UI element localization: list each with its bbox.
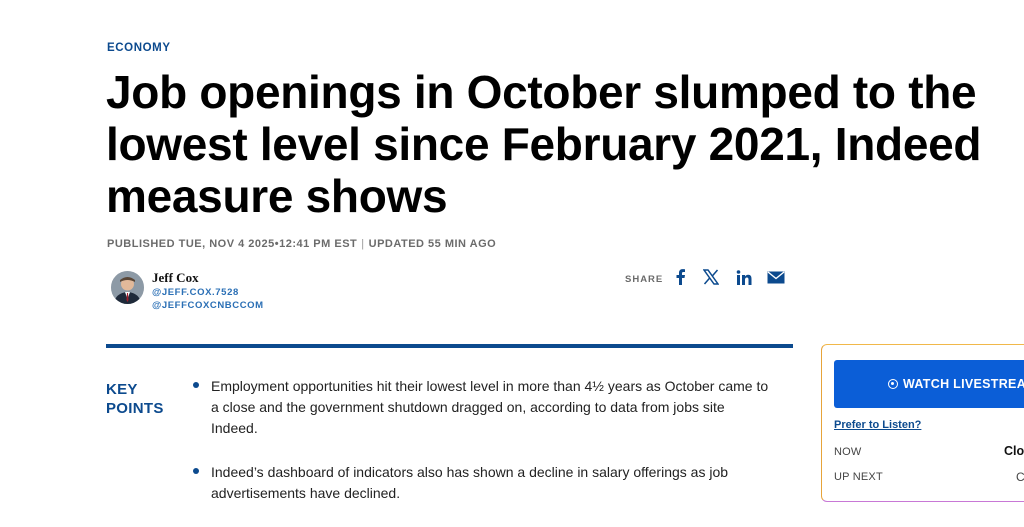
share-label: SHARE xyxy=(625,274,664,285)
key-point-item: Employment opportunities hit their lowes… xyxy=(190,376,770,439)
author-name[interactable]: Jeff Cox xyxy=(152,270,199,286)
meta-separator: | xyxy=(361,238,365,250)
article-headline: Job openings in October slumped to the l… xyxy=(106,66,982,222)
author-twitter-handle[interactable]: @JEFFCOXCNBCCOM xyxy=(152,300,264,311)
key-point-text: Indeed’s dashboard of indicators also ha… xyxy=(211,464,729,501)
watch-livestream-button[interactable]: WATCH LIVESTREAM xyxy=(834,360,1024,408)
live-radio-icon xyxy=(888,379,898,389)
watch-livestream-label: WATCH LIVESTREAM xyxy=(903,377,1024,391)
facebook-icon[interactable] xyxy=(670,268,690,286)
prefer-to-listen-link[interactable]: Prefer to Listen? xyxy=(834,419,921,431)
key-points-heading: KEY POINTS xyxy=(106,380,164,418)
up-next-label: UP NEXT xyxy=(834,471,883,483)
key-points-label-line2: POINTS xyxy=(106,400,164,417)
key-points-list: Employment opportunities hit their lowes… xyxy=(190,376,770,527)
email-icon[interactable] xyxy=(766,268,786,286)
linkedin-icon[interactable] xyxy=(734,268,754,286)
section-link-economy[interactable]: ECONOMY xyxy=(107,42,171,54)
key-point-text: Employment opportunities hit their lowes… xyxy=(211,378,769,436)
author-facebook-handle[interactable]: @JEFF.COX.7528 xyxy=(152,287,239,298)
author-avatar[interactable] xyxy=(111,271,144,304)
key-points-label-line1: KEY xyxy=(106,381,138,398)
article-timestamp: PUBLISHED TUE, NOV 4 2025•12:41 PM EST | U… xyxy=(107,238,496,250)
content-divider xyxy=(106,344,793,348)
author-photo-icon xyxy=(111,271,144,304)
up-next-show-title[interactable]: C xyxy=(1016,470,1024,484)
x-icon[interactable] xyxy=(701,268,721,286)
key-point-item: Indeed’s dashboard of indicators also ha… xyxy=(190,462,770,504)
bullet-icon xyxy=(193,468,199,474)
now-label: NOW xyxy=(834,446,862,458)
bullet-icon xyxy=(193,382,199,388)
updated-time: UPDATED 55 MIN AGO xyxy=(368,238,497,250)
now-show-title[interactable]: Clo xyxy=(1004,444,1024,458)
published-time: PUBLISHED TUE, NOV 4 2025•12:41 PM EST xyxy=(107,238,358,250)
